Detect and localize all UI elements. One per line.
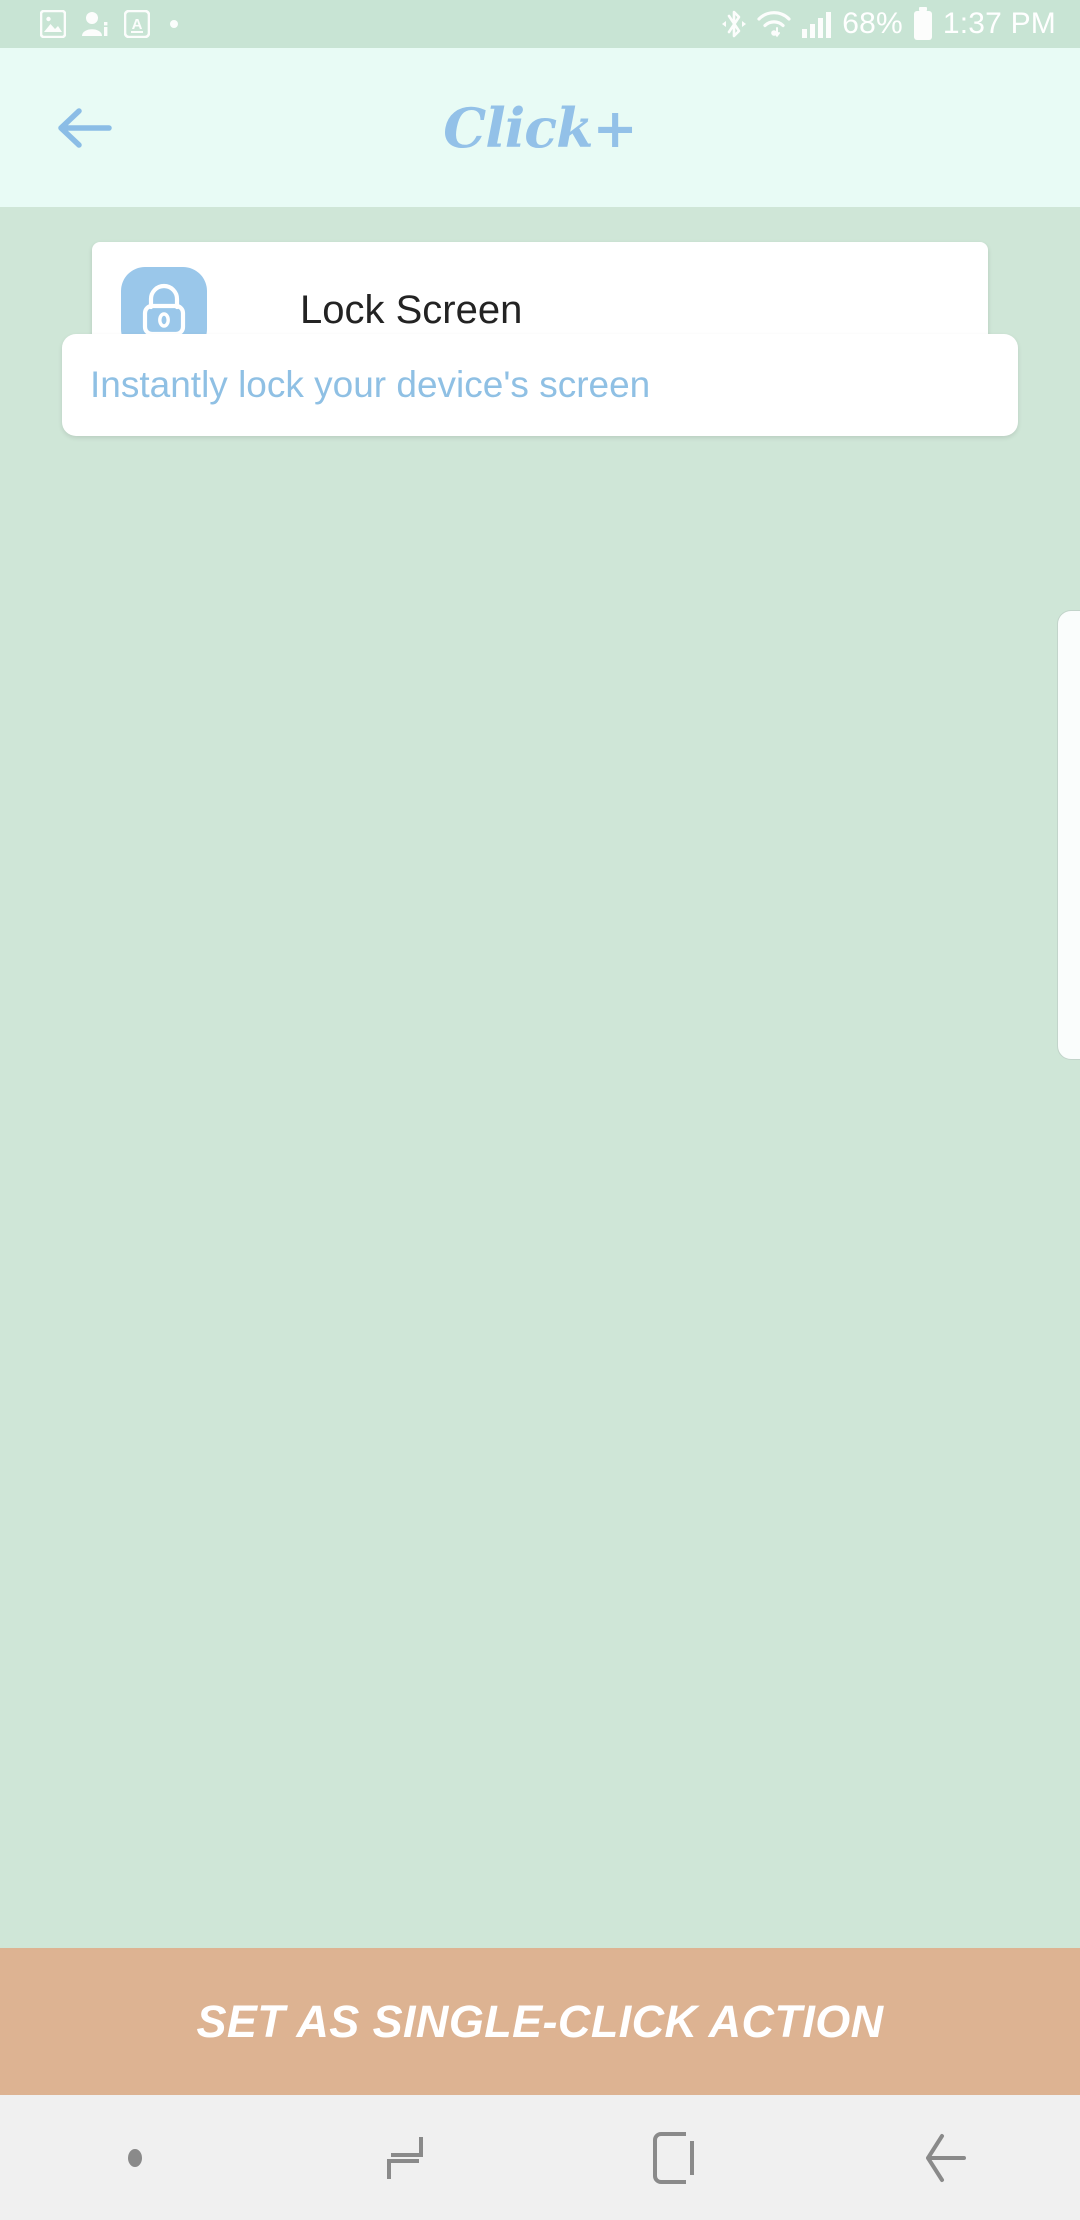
nav-back-button[interactable] [810,2095,1080,2220]
system-navigation-bar [0,2095,1080,2220]
battery-icon [912,7,934,41]
wifi-icon [756,8,792,40]
status-bar-left-icons: A [40,10,178,38]
nav-home-button[interactable] [540,2095,810,2220]
scrollbar-thumb[interactable] [1057,610,1080,1060]
bluetooth-icon [721,8,747,40]
photo-icon [40,10,66,38]
action-title: Lock Screen [300,287,523,332]
action-description: Instantly lock your device's screen [90,364,651,405]
description-card[interactable]: Instantly lock your device's screen [62,334,1018,436]
contact-icon [80,10,110,38]
recents-icon [387,2136,423,2179]
dot-icon [170,20,178,28]
cellular-signal-icon [801,9,833,39]
nav-recents-button[interactable] [270,2095,540,2220]
set-as-single-click-action-button[interactable]: SET AS SINGLE-CLICK ACTION [0,1948,1080,2095]
status-bar-right-icons: 68% 1:37 PM [721,7,1056,41]
dot-icon [128,2148,142,2167]
content-area: Lock Screen Instantly lock your device's… [0,207,1080,1948]
home-icon [653,2131,694,2184]
app-bar: Click+ [0,48,1080,207]
back-button[interactable] [40,85,126,171]
cta-label: SET AS SINGLE-CLICK ACTION [196,1995,884,2047]
a-badge-icon: A [124,10,150,38]
back-icon [926,2133,966,2182]
status-bar-clock: 1:37 PM [942,7,1056,40]
app-logo: Click+ [443,95,638,160]
scrollbar[interactable] [1057,610,1080,1060]
battery-percent: 68% [842,7,903,40]
arrow-left-icon [58,107,112,148]
svg-text:A: A [132,16,143,33]
nav-indicator-dot[interactable] [0,2095,270,2220]
status-bar: A 68% 1:37 PM [0,0,1080,48]
